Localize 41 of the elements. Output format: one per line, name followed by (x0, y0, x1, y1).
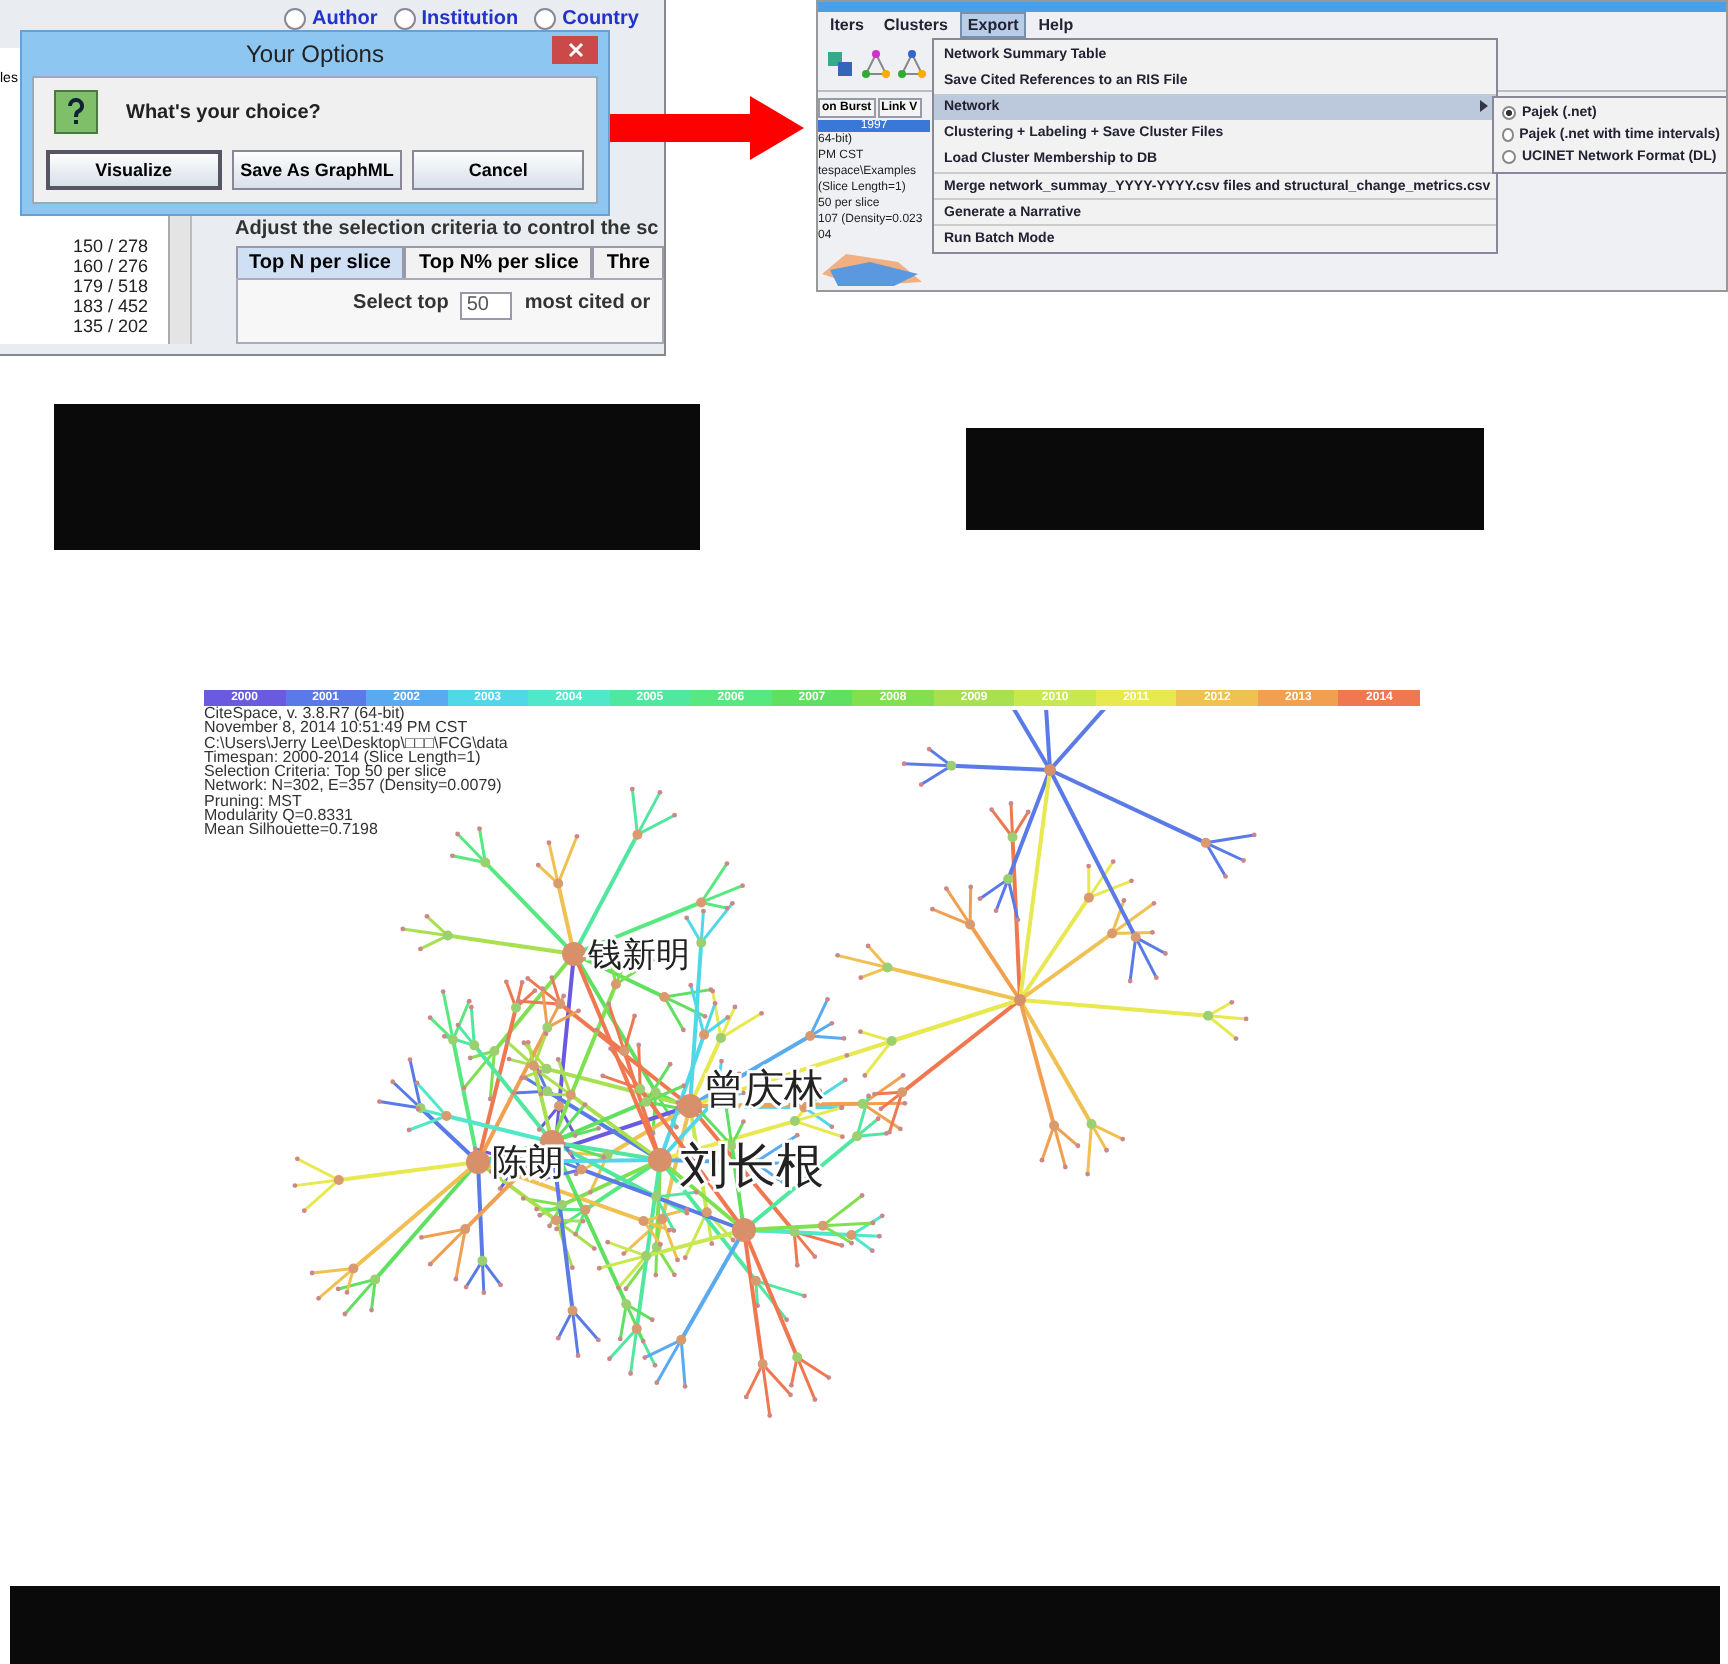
info-line: Modularity Q=0.8331 (204, 808, 353, 823)
dialog-message: What's your choice? (126, 101, 321, 123)
top-n-field[interactable]: 50 (460, 292, 513, 320)
dialog-button[interactable]: Cancel (412, 150, 585, 190)
caret-icon (1480, 100, 1488, 112)
count-text: 160 / 276 (72, 256, 148, 276)
menu-item[interactable]: Help (1030, 12, 1082, 38)
menu-item[interactable]: Export (959, 12, 1027, 38)
question-icon (54, 90, 98, 134)
count-text: 179 / 518 (72, 276, 148, 296)
dialog-button[interactable]: Visualize (46, 150, 222, 190)
network-icon[interactable] (898, 50, 926, 78)
arrow-icon (610, 96, 804, 160)
select-label: most cited or (524, 292, 651, 314)
criteria-tab[interactable]: Top N per slice (235, 246, 405, 278)
info-line: Timespan: 2000-2014 (Slice Length=1) (204, 749, 481, 765)
count-text: 135 / 202 (72, 316, 148, 336)
cluster-icon[interactable] (826, 50, 854, 78)
info-line: Pruning: MST (204, 793, 302, 809)
radio-option[interactable]: Institution (393, 0, 519, 48)
node-label: 钱新明 (588, 936, 690, 976)
menu-item[interactable]: Clusters (875, 12, 956, 38)
info-line: Mean Silhouette=0.7198 (204, 822, 380, 838)
count-text: 150 / 278 (72, 236, 148, 256)
info-line: Network: N=302, E=357 (Density=0.0079) (204, 778, 504, 794)
menu-item[interactable]: lters (822, 12, 872, 38)
info-line: CiteSpace, v. 3.8.R7 (64-bit) (204, 706, 407, 721)
dialog-button[interactable]: Save As GraphML (231, 150, 403, 190)
close-icon (567, 42, 583, 58)
close-button[interactable] (552, 36, 598, 64)
criteria-tab[interactable]: Thre (592, 246, 664, 278)
criteria-tab[interactable]: Top N% per slice (404, 246, 593, 278)
count-text: 183 / 452 (72, 296, 148, 316)
info-line: November 8, 2014 10:51:49 PM CST (204, 720, 468, 736)
select-label: Select top (353, 292, 449, 314)
info-line: Selection Criteria: Top 50 per slice (204, 764, 447, 779)
info-line: C:\Users\Jerry Lee\Desktop\□□□\FCG\data (204, 735, 510, 750)
dialog-title: Your Options (246, 40, 384, 68)
selection-hint: Adjust the selection criteria to control the sc (235, 218, 661, 240)
network-icon[interactable] (862, 50, 890, 78)
radio-option[interactable]: Country (534, 0, 639, 48)
